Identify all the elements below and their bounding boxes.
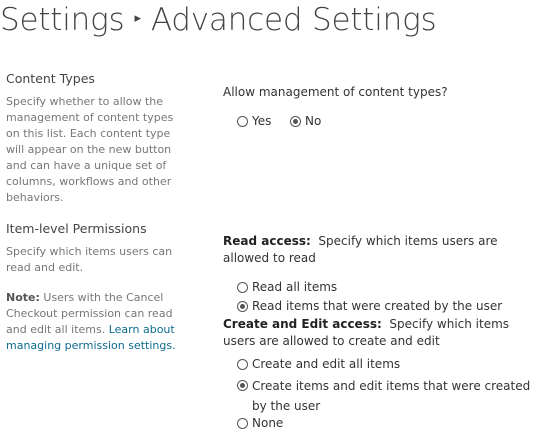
radio-label: Read all items [252,280,338,294]
radio-unchecked-icon[interactable] [237,417,248,429]
radio-label: Yes [252,114,272,128]
radio-unchecked-icon[interactable] [237,358,248,370]
note-label: Note: [6,291,40,304]
radio-label: None [252,416,284,430]
breadcrumb-arrow-icon: ▸ [134,10,141,26]
radio-checked-icon[interactable] [290,115,301,127]
create-edit-all-radio[interactable]: Create and edit all items [237,357,400,371]
radio-checked-icon[interactable] [237,300,248,312]
radio-unchecked-icon[interactable] [237,115,248,127]
breadcrumb-current: Advanced Settings [150,2,437,38]
content-types-question: Allow management of content types? [223,85,448,99]
item-permissions-description: Specify which items users can read and e… [6,245,173,274]
edit-access-label: Create and Edit access: [223,317,382,331]
read-access-heading: Read access: Specify which items users a… [223,233,543,267]
item-permissions-section-title: Item-level Permissions [6,221,147,236]
radio-label: Create items and edit items that were cr… [252,379,531,413]
read-all-items-radio[interactable]: Read all items [237,280,337,294]
edit-access-heading: Create and Edit access: Specify which it… [223,316,543,350]
content-types-yes-radio[interactable]: Yes [237,114,271,128]
read-own-items-radio[interactable]: Read items that were created by the user [237,299,502,313]
page-title: Settings ▸ Advanced Settings [0,0,437,42]
content-types-no-radio[interactable]: No [290,114,321,128]
content-types-section-title: Content Types [6,71,95,86]
item-permissions-note: Note: Users with the Cancel Checkout per… [6,290,188,354]
content-types-description: Specify whether to allow the management … [6,95,174,204]
read-access-label: Read access: [223,234,311,248]
radio-checked-icon[interactable] [237,380,248,391]
radio-label: Read items that were created by the user [252,299,503,313]
radio-unchecked-icon[interactable] [237,281,248,293]
breadcrumb-parent-link[interactable]: Settings [0,2,125,38]
radio-label: Create and edit all items [252,357,401,371]
radio-label: No [305,114,322,128]
create-edit-none-radio[interactable]: None [237,416,283,430]
create-edit-own-radio[interactable]: Create items and edit items that were cr… [237,376,537,416]
